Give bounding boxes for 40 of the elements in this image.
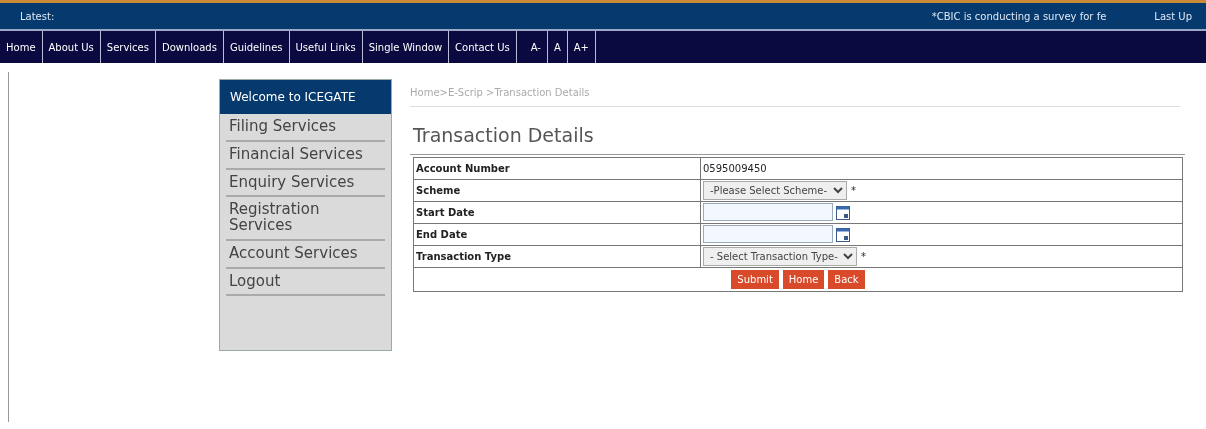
date-field[interactable] [703,225,833,243]
date-field[interactable] [703,203,833,221]
font-size-link[interactable]: A- [524,31,548,63]
nav-link[interactable]: About Us [42,31,101,63]
last-updated-label: Last Up [1154,9,1192,24]
action-button[interactable]: Submit [731,269,779,289]
action-button[interactable]: Home [782,269,825,289]
field-label: Transaction Type [413,245,701,267]
breadcrumb: Home>E-Scrip >Transaction Details [410,79,1180,107]
nav-link[interactable]: Contact Us [449,31,517,63]
field-label: Account Number [413,157,701,179]
nav-link[interactable]: Single Window [362,31,450,63]
sidebar-item[interactable]: Registration Services [226,197,385,241]
nav-link[interactable]: Downloads [156,31,224,63]
sidebar-item[interactable]: Filing Services [226,114,385,142]
nav-link[interactable]: Services [100,31,156,63]
sidebar-item[interactable]: Logout [226,268,385,297]
sidebar-item[interactable]: Financial Services [226,141,385,170]
ticker-label: Latest: [20,9,55,24]
sidebar-title: Welcome to ICEGATE [220,80,391,114]
sidebar-item[interactable]: Account Services [226,240,385,269]
field-value: 0595009450 [703,162,767,174]
font-size-link[interactable]: A [547,31,568,63]
field-label: End Date [413,223,701,245]
font-size-link[interactable]: A+ [567,31,596,63]
nav-link[interactable]: Home [0,31,43,63]
calendar-icon[interactable] [836,227,850,242]
action-button[interactable]: Back [828,269,865,289]
nav-link[interactable]: Guidelines [223,31,290,63]
dropdown[interactable]: - Select Transaction Type- [703,246,857,266]
dropdown[interactable]: -Please Select Scheme- [703,180,847,200]
sidebar-item[interactable]: Enquiry Services [226,169,385,198]
required-mark: * [861,250,866,262]
page-title: Transaction Details [410,107,1185,155]
nav-link[interactable]: Useful Links [289,31,363,63]
calendar-icon[interactable] [836,205,850,220]
ticker-message: *CBIC is conducting a survey for fe [931,9,1107,24]
field-label: Start Date [413,201,701,223]
required-mark: * [851,184,856,196]
field-label: Scheme [413,179,701,201]
